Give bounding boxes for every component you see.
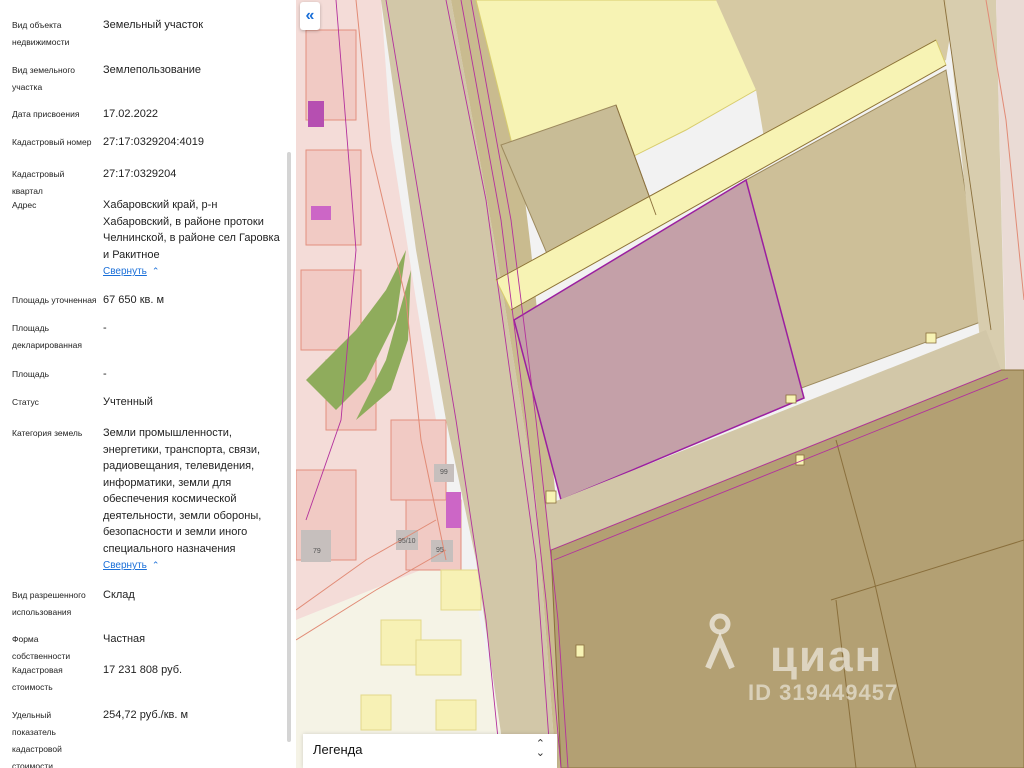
address-collapse-link[interactable]: Свернуть ⌃ <box>103 263 283 281</box>
map-canvas[interactable] <box>296 0 1024 768</box>
legend-dropdown[interactable]: Легенда ⌃ ⌄ <box>303 734 557 768</box>
land-category-text: Земли промышленности, энергетики, трансп… <box>103 427 262 555</box>
value-ownership: Частная <box>103 633 146 645</box>
collapse-label[interactable]: Свернуть <box>103 558 147 575</box>
chevron-up-icon: ⌃ <box>151 266 160 276</box>
label-address: Адрес <box>12 200 37 210</box>
house-number: 79 <box>313 548 321 555</box>
value-address: Хабаровский край, р-н Хабаровский, в рай… <box>103 197 283 281</box>
chevron-up-icon: ⌃ <box>151 560 160 570</box>
label-cadastral-value: Кадастровая стоимость <box>12 665 63 692</box>
value-area: - <box>103 368 107 380</box>
label-object-type: Вид объекта недвижимости <box>12 20 70 47</box>
house-number: 95 <box>436 547 444 554</box>
cadastral-map[interactable]: 99 95/10 95 79 циан ID 319449457 <box>296 0 1024 768</box>
label-cadastral-quarter: Кадастровый квартал <box>12 169 65 196</box>
legend-label: Легенда <box>313 742 363 757</box>
label-permitted-use: Вид разрешенного использования <box>12 590 86 617</box>
label-assign-date: Дата присвоения <box>12 109 80 119</box>
value-assign-date: 17.02.2022 <box>103 108 159 120</box>
value-specific-value: 254,72 руб./кв. м <box>103 709 189 721</box>
panel-scrollbar[interactable] <box>287 152 291 742</box>
double-chevron-left-icon: « <box>305 7 315 24</box>
value-area-refined: 67 650 кв. м <box>103 294 165 306</box>
collapse-panel-button[interactable]: « <box>300 2 320 30</box>
label-land-category: Категория земель <box>12 428 83 438</box>
label-land-type: Вид земельного участка <box>12 65 76 92</box>
value-land-type: Землепользование <box>103 64 202 76</box>
label-area-declared: Площадь декларированная <box>12 323 82 350</box>
address-text: Хабаровский край, р-н Хабаровский, в рай… <box>103 199 280 261</box>
label-area: Площадь <box>12 369 50 379</box>
label-ownership: Форма собственности <box>12 634 71 661</box>
property-info-panel: Вид объекта недвижимости Земельный участ… <box>0 0 297 768</box>
value-land-category: Земли промышленности, энергетики, трансп… <box>103 425 283 575</box>
value-cadastral-number: 27:17:0329204:4019 <box>103 136 204 148</box>
value-cadastral-value: 17 231 808 руб. <box>103 664 183 676</box>
collapse-label[interactable]: Свернуть <box>103 264 147 281</box>
label-cadastral-number: Кадастровый номер <box>12 137 92 147</box>
land-category-collapse-link[interactable]: Свернуть ⌃ <box>103 557 283 575</box>
value-object-type: Земельный участок <box>103 19 204 31</box>
house-number: 95/10 <box>398 538 416 545</box>
chevron-up-down-icon: ⌃ ⌄ <box>535 738 545 759</box>
value-cadastral-quarter: 27:17:0329204 <box>103 168 177 180</box>
label-area-refined: Площадь уточненная <box>12 295 97 305</box>
value-area-declared: - <box>103 322 107 334</box>
label-specific-value: Удельный показатель кадастровой стоимост… <box>12 710 62 768</box>
house-number: 99 <box>440 469 448 476</box>
value-permitted-use: Склад <box>103 589 135 601</box>
label-status: Статус <box>12 397 39 407</box>
value-status: Учтенный <box>103 396 153 408</box>
